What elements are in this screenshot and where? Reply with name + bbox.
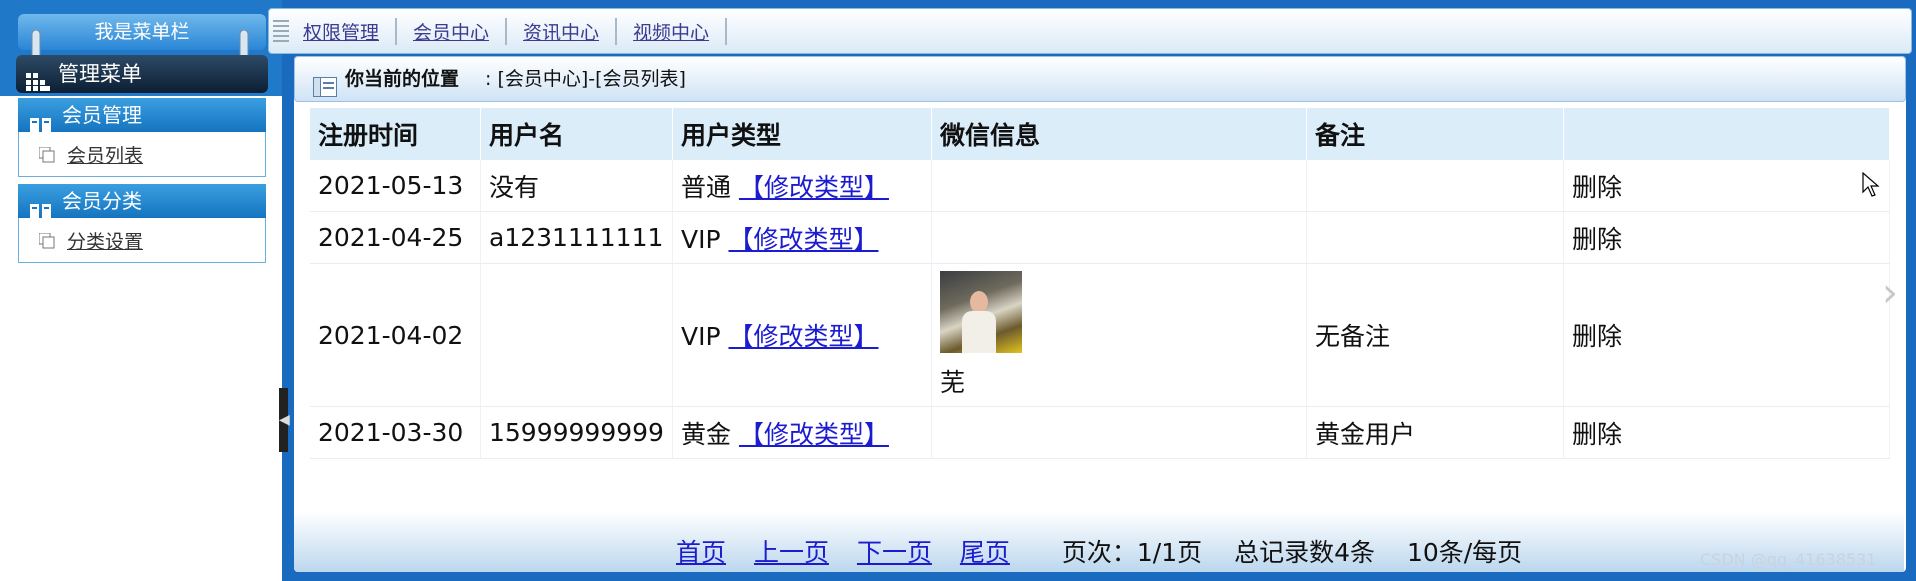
breadcrumb-label: 你当前的位置 [345, 68, 460, 90]
cell-user-type: 普通 【修改类型】 [672, 160, 932, 212]
cell-wechat: 芜 [931, 263, 1307, 407]
cell-note [1306, 160, 1564, 212]
mouse-cursor-icon [1862, 171, 1880, 202]
table-row: 2021-04-02 VIP 【修改类型】 芜 无备注 删除 [310, 263, 1891, 407]
cell-note: 黄金用户 [1306, 406, 1564, 459]
breadcrumb: 你当前的位置 : [会员中心]-[会员列表] [294, 56, 1906, 102]
cell-note: 无备注 [1306, 263, 1564, 407]
column-header-user-type: 用户类型 [672, 108, 932, 160]
delete-link[interactable]: 删除 [1563, 406, 1891, 459]
wechat-nickname: 芜 [939, 368, 965, 397]
nav-link-member-center[interactable]: 会员中心 [397, 18, 508, 45]
delete-link[interactable]: 删除 [1563, 211, 1891, 264]
cell-username [480, 263, 673, 407]
pagination-bar: 首页 上一页 下一页 尾页 页次：1/1页 总记录数4条 10条/每页 [294, 511, 1904, 572]
sidebar-item-member-list[interactable]: 会员列表 [67, 141, 143, 168]
next-page-link[interactable]: 下一页 [857, 538, 932, 567]
nav-link-video-center[interactable]: 视频中心 [617, 18, 728, 45]
sidebar-panel: 会员管理 会员列表 会员分类 分类设置 [0, 96, 282, 581]
user-type-value: 普通 [680, 172, 731, 202]
sidebar-collapse-handle[interactable]: ◀ [279, 388, 290, 452]
sidebar-group-member-category[interactable]: 会员分类 [18, 184, 266, 218]
user-type-value: VIP [680, 224, 721, 254]
cell-user-type: 黄金 【修改类型】 [672, 406, 932, 459]
change-type-link[interactable]: 【修改类型】 [739, 173, 889, 202]
cell-note [1306, 211, 1564, 264]
change-type-link[interactable]: 【修改类型】 [728, 322, 878, 351]
chevron-right-icon[interactable]: › [1882, 270, 1898, 316]
cell-user-type: VIP 【修改类型】 [672, 263, 932, 407]
last-page-link[interactable]: 尾页 [960, 538, 1010, 567]
change-type-link[interactable]: 【修改类型】 [739, 420, 889, 449]
cell-date: 2021-04-25 [310, 211, 481, 264]
grip-icon [273, 20, 289, 46]
delete-link[interactable]: 删除 [1563, 263, 1891, 407]
menu-header-label: 管理菜单 [58, 62, 142, 86]
column-header-register-time: 注册时间 [310, 108, 481, 160]
page-info: 页次：1/1页 [1061, 538, 1203, 567]
column-header-wechat-info: 微信信息 [931, 108, 1307, 160]
column-header-note: 备注 [1306, 108, 1564, 160]
first-page-link[interactable]: 首页 [676, 538, 726, 567]
nav-link-news-center[interactable]: 资讯中心 [507, 18, 618, 45]
table-row: 2021-03-30 15999999999 黄金 【修改类型】 黄金用户 删除 [310, 406, 1891, 459]
per-page-info: 10条/每页 [1406, 538, 1523, 567]
main-content: 你当前的位置 : [会员中心]-[会员列表] 注册时间 用户名 用户类型 微信信… [294, 56, 1906, 572]
cell-wechat [931, 160, 1307, 212]
sidebar-splitter [282, 56, 288, 581]
nav-links: 权限管理 会员中心 资讯中心 视频中心 [303, 18, 728, 45]
cell-date: 2021-05-13 [310, 160, 481, 212]
total-records: 总记录数4条 [1234, 538, 1375, 567]
wechat-avatar [939, 271, 1022, 353]
breadcrumb-value: : [会员中心]-[会员列表] [485, 68, 686, 90]
sidebar-group-label: 会员分类 [62, 189, 142, 213]
table-header-row: 注册时间 用户名 用户类型 微信信息 备注 [310, 108, 1891, 160]
column-header-username: 用户名 [480, 108, 673, 160]
window-icon [313, 69, 337, 113]
cell-username: 15999999999 [480, 406, 673, 459]
sidebar-title: 我是菜单栏 [18, 14, 266, 50]
column-header-action [1563, 108, 1891, 160]
document-icon [38, 146, 55, 168]
cell-wechat [931, 406, 1307, 459]
cell-date: 2021-03-30 [310, 406, 481, 459]
cell-username: 没有 [480, 160, 673, 212]
table-row: 2021-04-25 a1231111111 VIP 【修改类型】 删除 [310, 211, 1891, 264]
sidebar-group-body: 分类设置 [18, 218, 266, 263]
cell-wechat [931, 211, 1307, 264]
sidebar: 我是菜单栏 管理菜单 会员管理 会员列表 会员分类 分类设置 [0, 0, 282, 581]
table-row: 2021-05-13 没有 普通 【修改类型】 删除 [310, 160, 1891, 212]
sidebar-group-label: 会员管理 [62, 103, 142, 127]
member-table: 注册时间 用户名 用户类型 微信信息 备注 2021-05-13 没有 普通 【… [310, 108, 1891, 459]
user-type-value: VIP [680, 322, 721, 351]
prev-page-link[interactable]: 上一页 [754, 538, 829, 567]
nav-link-permission[interactable]: 权限管理 [303, 18, 398, 45]
change-type-link[interactable]: 【修改类型】 [728, 225, 878, 254]
document-icon [38, 232, 55, 254]
pagination: 首页 上一页 下一页 尾页 页次：1/1页 总记录数4条 10条/每页 [676, 533, 1522, 569]
sidebar-group-member-management[interactable]: 会员管理 [18, 98, 266, 132]
delete-link[interactable]: 删除 [1563, 160, 1891, 212]
sidebar-group-body: 会员列表 [18, 132, 266, 177]
menu-header: 管理菜单 [16, 55, 268, 93]
user-type-value: 黄金 [680, 419, 731, 449]
cell-username: a1231111111 [480, 211, 673, 264]
sidebar-item-category-settings[interactable]: 分类设置 [67, 227, 143, 254]
cell-user-type: VIP 【修改类型】 [672, 211, 932, 264]
top-nav: 权限管理 会员中心 资讯中心 视频中心 [268, 8, 1912, 54]
cell-date: 2021-04-02 [310, 263, 481, 407]
watermark: CSDN @qq_41638531 [1700, 550, 1877, 569]
